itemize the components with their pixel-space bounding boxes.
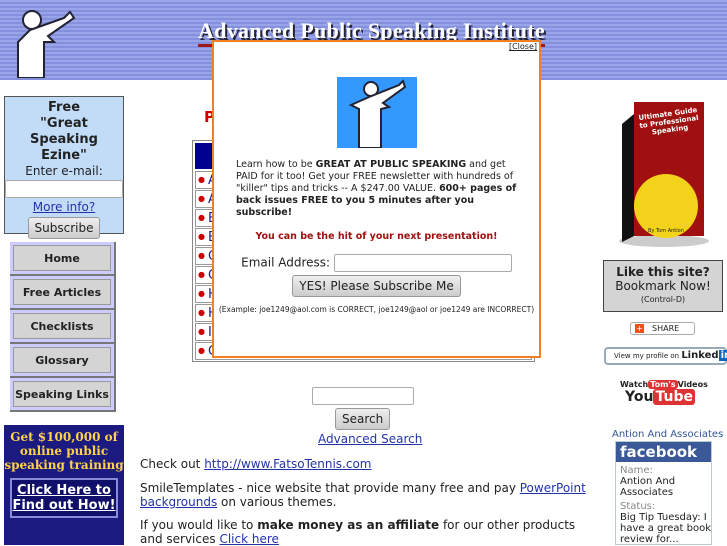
bookmark-title: Like this site? bbox=[616, 265, 710, 279]
fb-status: Big Tip Tuesday: I have a great book rev… bbox=[620, 512, 712, 545]
bookmark-text: Bookmark Now! bbox=[615, 279, 711, 293]
email-example-note: (Example: joe1249@aol.com is CORRECT, jo… bbox=[218, 305, 535, 314]
nav-label: Speaking Links bbox=[13, 381, 111, 407]
fb-label: Name: bbox=[620, 465, 653, 476]
facebook-page-link[interactable]: Antion And Associates bbox=[612, 429, 723, 440]
bold-text: make money as an affiliate bbox=[257, 518, 440, 532]
advanced-search-link[interactable]: Advanced Search bbox=[318, 432, 422, 446]
facebook-badge[interactable]: facebook Name: Antion And Associates Sta… bbox=[615, 441, 712, 545]
ezine-title-2: "Great Speaking bbox=[30, 116, 98, 147]
bookmark-box: Like this site? Bookmark Now! (Control-D… bbox=[603, 260, 723, 312]
cta-line: Click Here to bbox=[17, 483, 111, 498]
affiliate-click-here-link[interactable]: Click here bbox=[219, 532, 278, 546]
text: Learn how to be bbox=[236, 159, 316, 170]
text: Check out bbox=[140, 457, 205, 471]
text: If you would like to bbox=[140, 518, 258, 532]
popup-email-input[interactable] bbox=[333, 254, 512, 272]
fb-label: Status: bbox=[620, 501, 656, 512]
search-button[interactable]: Search bbox=[335, 408, 391, 430]
plus-icon: + bbox=[635, 324, 644, 333]
ezine-signup-box: Free "Great Speaking Ezine" Enter e-mail… bbox=[4, 96, 124, 239]
email-label: Email Address: bbox=[241, 255, 331, 270]
nav-glossary[interactable]: Glossary bbox=[10, 344, 116, 378]
bold-text: GREAT AT PUBLIC SPEAKING bbox=[315, 159, 467, 170]
nav-speaking-links[interactable]: Speaking Links bbox=[10, 378, 116, 412]
email-label: Enter e-mail: bbox=[25, 164, 103, 178]
nav-label: Home bbox=[13, 245, 111, 271]
cta-line: Find out How! bbox=[12, 498, 116, 513]
banner-text: speaking training bbox=[4, 458, 124, 472]
linkedin-text: View my profile on bbox=[614, 352, 682, 360]
popup-tagline: You can be the hit of your next presenta… bbox=[255, 231, 498, 242]
banner-cta[interactable]: Click Here to Find out How! bbox=[10, 478, 118, 518]
youtube-videos-link[interactable]: Watch Tom's Videos You Tube bbox=[620, 380, 708, 405]
text: on various themes. bbox=[217, 495, 337, 509]
yt-text: Tom's bbox=[648, 380, 678, 389]
popup-description: Learn how to be GREAT AT PUBLIC SPEAKING… bbox=[236, 159, 517, 219]
nav-home[interactable]: Home bbox=[10, 242, 116, 276]
book-cover-image[interactable]: Ultimate Guide to Professional Speaking … bbox=[604, 96, 722, 248]
banner-text: online public bbox=[19, 444, 109, 458]
speaker-logo-icon bbox=[17, 10, 76, 78]
facebook-logo: facebook bbox=[616, 442, 711, 462]
ezine-title-1: Free bbox=[47, 100, 81, 115]
linkedin-icon: in bbox=[718, 350, 727, 361]
subscribe-popup: [Close] Learn how to be GREAT AT PUBLIC … bbox=[212, 40, 541, 358]
smiletemplates-paragraph: SmileTemplates - nice website that provi… bbox=[140, 481, 595, 509]
fatso-paragraph: Check out http://www.FatsoTennis.com bbox=[140, 457, 595, 471]
nav-label: Checklists bbox=[13, 313, 111, 339]
linkedin-profile-button[interactable]: View my profile on Linkedin bbox=[604, 347, 727, 365]
search-input[interactable] bbox=[312, 387, 414, 405]
book-author: By Tom Antion bbox=[648, 228, 684, 234]
more-info-link[interactable]: More info? bbox=[33, 200, 95, 214]
nav-checklists[interactable]: Checklists bbox=[10, 310, 116, 344]
affiliate-paragraph: If you would like to make money as an af… bbox=[140, 518, 595, 546]
yt-text: Videos bbox=[677, 380, 708, 389]
share-label: SHARE bbox=[652, 324, 680, 333]
speaker-logo-icon bbox=[336, 77, 417, 149]
training-banner[interactable]: Get $100,000 of online public speaking t… bbox=[4, 425, 124, 545]
text: SmileTemplates - nice website that provi… bbox=[140, 481, 520, 495]
fb-name: Antion And Associates bbox=[620, 476, 676, 498]
nav-label: Free Articles bbox=[13, 279, 111, 305]
linkedin-brand: Linked bbox=[681, 350, 719, 361]
ezine-title-3: Ezine" bbox=[41, 148, 87, 163]
nav-free-articles[interactable]: Free Articles bbox=[10, 276, 116, 310]
fatsotennis-link[interactable]: http://www.FatsoTennis.com bbox=[204, 457, 371, 471]
popup-subscribe-button[interactable]: YES! Please Subscribe Me bbox=[292, 275, 461, 297]
banner-text: Get $100,000 of bbox=[10, 430, 118, 444]
youtube-logo: You bbox=[625, 389, 654, 405]
close-popup-link[interactable]: [Close] bbox=[509, 42, 537, 51]
yt-text: Watch bbox=[620, 380, 649, 389]
youtube-logo: Tube bbox=[653, 389, 695, 405]
subscribe-button[interactable]: Subscribe bbox=[27, 217, 101, 239]
nav-label: Glossary bbox=[13, 347, 111, 373]
popup-form: Email Address: bbox=[214, 254, 539, 272]
share-button[interactable]: + SHARE bbox=[630, 322, 695, 335]
ezine-email-input[interactable] bbox=[5, 180, 123, 198]
bookmark-shortcut: (Control-D) bbox=[640, 295, 686, 304]
